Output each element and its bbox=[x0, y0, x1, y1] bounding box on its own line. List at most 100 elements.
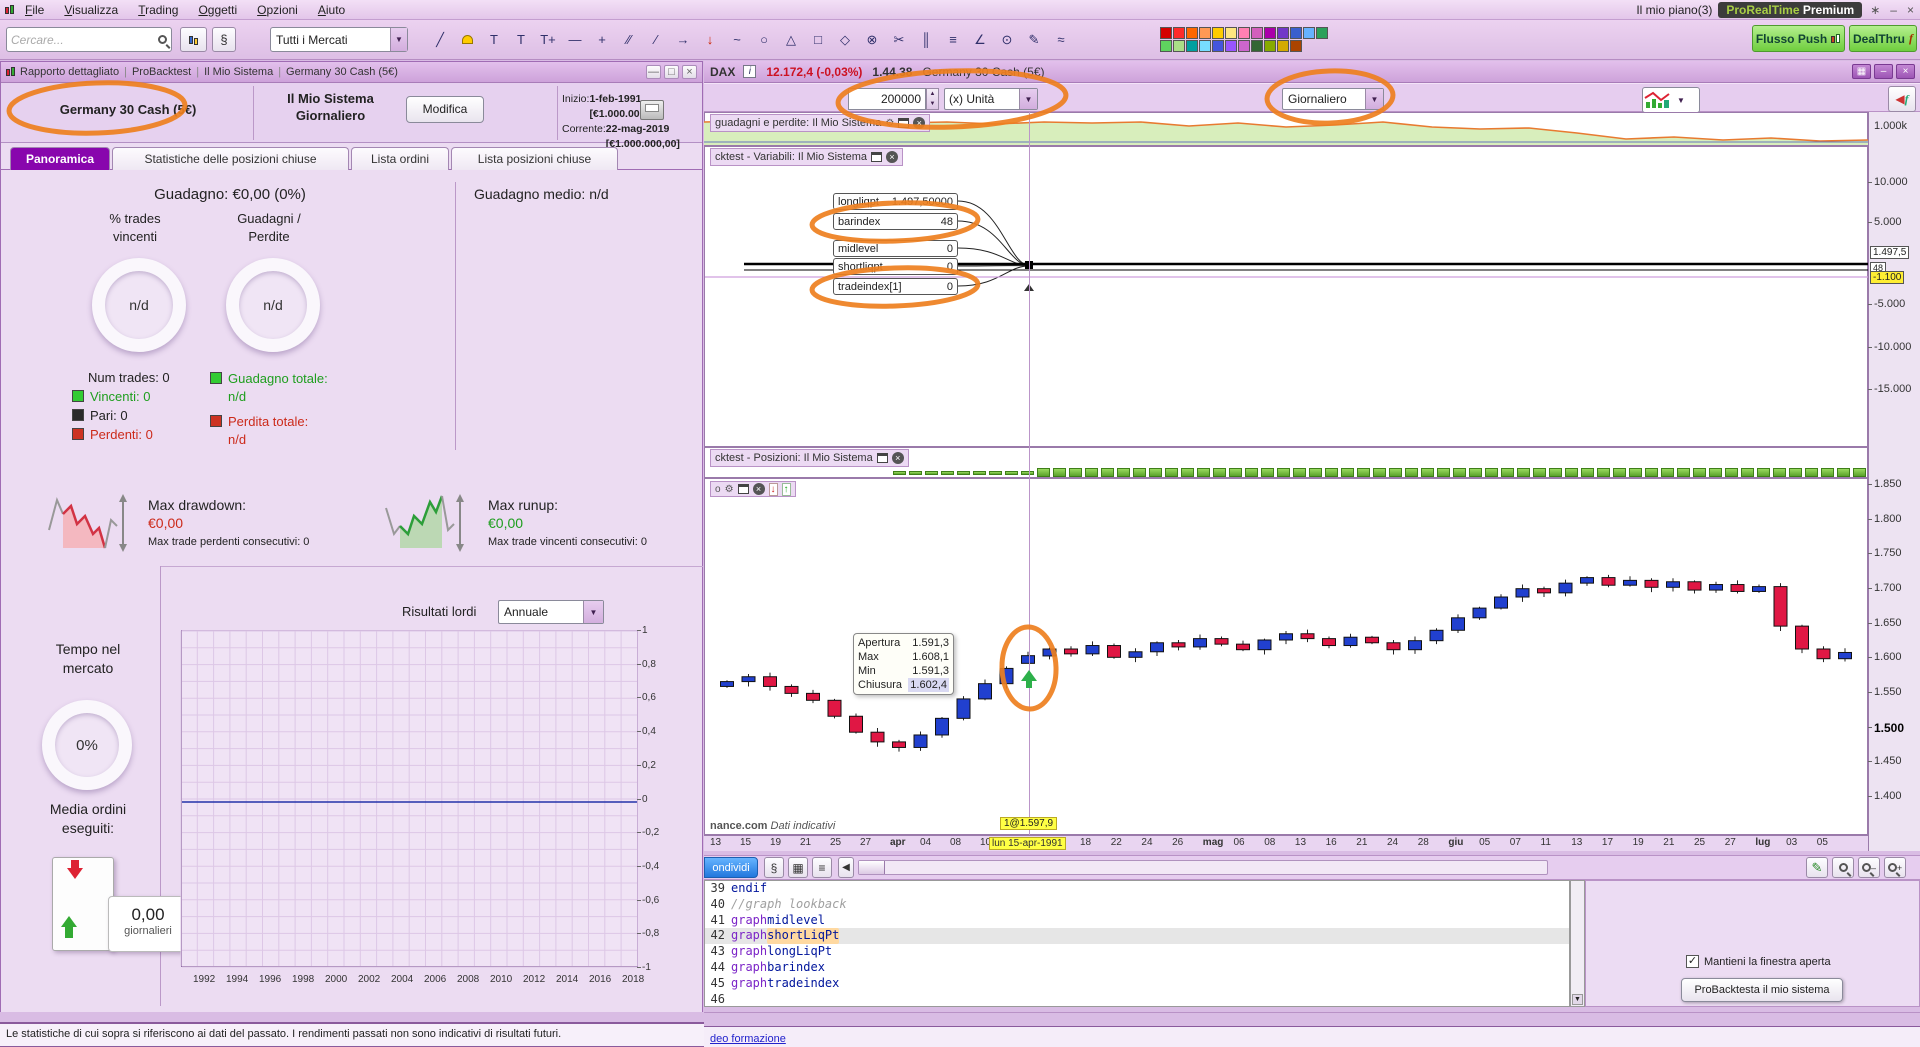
code-token: tradeindex bbox=[767, 976, 839, 992]
line-number: 39 bbox=[705, 881, 731, 897]
training-video-link[interactable]: deo formazione bbox=[710, 1033, 786, 1045]
tab-statistiche-delle-posizioni-chiuse[interactable]: Statistiche delle posizioni chiuse bbox=[112, 147, 349, 170]
variable-value: 48 bbox=[941, 216, 953, 228]
close-icon[interactable]: × bbox=[913, 117, 925, 129]
position-segment bbox=[1741, 468, 1754, 477]
date-label: 21 bbox=[1663, 837, 1674, 848]
tick-mark bbox=[1868, 182, 1872, 183]
indicator-icon[interactable]: o bbox=[715, 484, 721, 495]
scroll-down-icon[interactable]: ▼ bbox=[1572, 994, 1583, 1005]
share-button[interactable]: ondividi bbox=[704, 857, 758, 878]
results-y-tick: -0,4 bbox=[642, 861, 659, 872]
position-segment bbox=[1789, 468, 1802, 477]
popout-icon[interactable] bbox=[871, 152, 882, 162]
tab-panoramica[interactable]: Panoramica bbox=[10, 147, 110, 170]
sell-marker-icon[interactable]: ↓ bbox=[769, 483, 778, 496]
code-line[interactable]: 40//graph lookback bbox=[705, 897, 1569, 913]
close-icon[interactable]: × bbox=[892, 452, 904, 464]
notes-icon[interactable]: ▦ bbox=[788, 857, 808, 878]
date-label: 11 bbox=[1541, 837, 1551, 848]
shortliq-level-box: -1.100 bbox=[1870, 271, 1904, 284]
position-segment bbox=[1517, 468, 1530, 477]
equity-panel-tag[interactable]: guadagni e perdite: Il Mio Sistema ⚙ × bbox=[710, 114, 930, 132]
variables-panel-tag[interactable]: cktest - Variabili: Il Mio Sistema × bbox=[710, 148, 903, 166]
position-segment bbox=[1533, 468, 1546, 477]
publish-icon[interactable]: ✎ bbox=[1806, 857, 1828, 878]
zoom-out-icon[interactable]: – bbox=[1858, 857, 1880, 878]
scroll-left-icon[interactable]: ◀ bbox=[838, 857, 854, 878]
resize-strip[interactable] bbox=[704, 1012, 1920, 1026]
close-icon[interactable]: × bbox=[886, 151, 898, 163]
popout-icon[interactable] bbox=[898, 118, 909, 128]
code-line[interactable]: 39endif bbox=[705, 881, 1569, 897]
positions-panel-tag[interactable]: cktest - Posizioni: Il Mio Sistema × bbox=[710, 449, 909, 467]
position-segment bbox=[1357, 468, 1370, 477]
position-segment bbox=[1645, 468, 1658, 477]
tooltip-value: 1.608,1 bbox=[912, 650, 949, 664]
code-token: midlevel bbox=[767, 913, 825, 929]
code-line[interactable]: 43graph longLiqPt bbox=[705, 944, 1569, 960]
code-line[interactable]: 46 bbox=[705, 992, 1569, 1007]
tick-mark bbox=[637, 765, 641, 766]
line-number: 45 bbox=[705, 976, 731, 992]
code-line[interactable]: 41graph midlevel bbox=[705, 913, 1569, 929]
position-segment bbox=[1693, 468, 1706, 477]
zoom-reset-icon[interactable] bbox=[1832, 857, 1854, 878]
position-segment bbox=[1677, 468, 1690, 477]
date-label: 28 bbox=[1418, 837, 1429, 848]
chart-scrollbar[interactable] bbox=[858, 860, 1548, 875]
tick-mark bbox=[1868, 727, 1872, 728]
var-scale-label: -15.000 bbox=[1874, 383, 1911, 395]
compare-icon[interactable]: ≡ bbox=[812, 857, 832, 878]
results-y-tick: 1 bbox=[642, 625, 648, 636]
position-segment bbox=[1613, 468, 1626, 477]
editor-scrollbar[interactable]: ▼ bbox=[1570, 880, 1585, 1007]
position-segment bbox=[1773, 468, 1786, 477]
date-label: 18 bbox=[1080, 837, 1091, 848]
popout-icon[interactable] bbox=[877, 453, 888, 463]
price-scale-label: 1.750 bbox=[1874, 547, 1902, 559]
results-year-label: 2000 bbox=[325, 974, 347, 985]
position-segment bbox=[1021, 471, 1034, 475]
tab-lista-posizioni-chiuse[interactable]: Lista posizioni chiuse bbox=[451, 147, 618, 170]
wrench-icon[interactable]: ⚙ bbox=[725, 484, 734, 495]
wrench-icon[interactable]: ⚙ bbox=[885, 118, 894, 129]
code-line[interactable]: 42graph shortLiqPt bbox=[705, 928, 1569, 944]
position-segment bbox=[1421, 468, 1434, 477]
position-segment bbox=[1133, 468, 1146, 477]
results-y-tick: -0,2 bbox=[642, 827, 659, 838]
code-token: shortLiqPt bbox=[767, 928, 839, 944]
legend-label: Pari: 0 bbox=[90, 408, 128, 423]
popout-icon[interactable] bbox=[738, 484, 749, 494]
results-year-label: 1992 bbox=[193, 974, 215, 985]
date-label: 21 bbox=[800, 837, 811, 848]
keep-open-checkbox[interactable]: ✓ bbox=[1686, 955, 1699, 968]
results-year-label: 2010 bbox=[490, 974, 512, 985]
position-segment bbox=[1373, 468, 1386, 477]
position-segment bbox=[1757, 468, 1770, 477]
price-scale-label: 1.850 bbox=[1874, 478, 1902, 490]
run-backtest-button[interactable]: ProBacktesta il mio sistema bbox=[1681, 978, 1843, 1002]
price-scale-label: 1.550 bbox=[1874, 686, 1902, 698]
buy-marker-icon[interactable]: ↑ bbox=[782, 483, 791, 496]
price-scale-label: 1.800 bbox=[1874, 513, 1902, 525]
results-year-label: 2004 bbox=[391, 974, 413, 985]
tick-mark bbox=[1868, 796, 1872, 797]
price-chart-tools[interactable]: o ⚙ × ↓ ↑ bbox=[710, 481, 796, 497]
legend-swatch bbox=[72, 409, 84, 421]
tooltip-label: Min bbox=[858, 664, 876, 678]
line-number: 46 bbox=[705, 992, 731, 1007]
zoom-in-icon[interactable]: + bbox=[1884, 857, 1906, 878]
code-line[interactable]: 44graph barindex bbox=[705, 960, 1569, 976]
date-label: 06 bbox=[1234, 837, 1245, 848]
scrollbar-thumb[interactable] bbox=[859, 861, 885, 874]
results-year-label: 2018 bbox=[622, 974, 644, 985]
code-token: graph bbox=[731, 944, 767, 960]
code-line[interactable]: 45graph tradeindex bbox=[705, 976, 1569, 992]
code-editor[interactable]: 39endif40//graph lookback41graph midleve… bbox=[704, 880, 1570, 1007]
close-icon[interactable]: × bbox=[753, 483, 765, 495]
share-link-icon[interactable]: § bbox=[764, 857, 784, 878]
date-label: 27 bbox=[1725, 837, 1736, 848]
position-segment bbox=[1437, 468, 1450, 477]
tab-lista-ordini[interactable]: Lista ordini bbox=[351, 147, 449, 170]
